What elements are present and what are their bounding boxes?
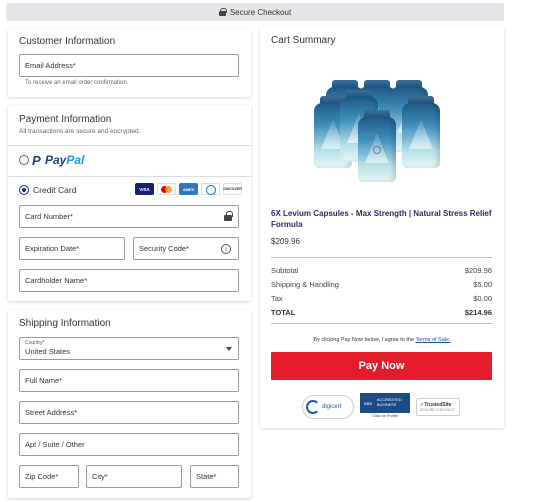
- digicert-icon: [306, 400, 320, 414]
- credit-card-radio[interactable]: [19, 185, 29, 195]
- country-select[interactable]: Country* United States: [19, 337, 239, 360]
- terms-of-sale-link[interactable]: Terms of Sale.: [415, 337, 450, 343]
- country-label: Country*: [25, 340, 45, 346]
- secure-checkout-bar: Secure Checkout: [6, 3, 504, 21]
- shipping-label: Shipping & Handling: [271, 280, 339, 289]
- divider: [8, 145, 251, 146]
- credit-card-label: Credit Card: [33, 185, 77, 195]
- product-title: 6X Levium Capsules - Max Strength | Natu…: [271, 209, 492, 229]
- chevron-down-icon: [226, 347, 232, 351]
- bottle-image: [358, 110, 396, 182]
- paypal-pay-text: Pay: [45, 153, 67, 167]
- mastercard-icon: [157, 183, 176, 195]
- city-field[interactable]: City*: [86, 465, 182, 488]
- zip-code-field[interactable]: Zip Code*: [19, 465, 79, 488]
- apt-suite-field[interactable]: Apt / Suite / Other: [19, 433, 239, 456]
- apt-placeholder: Apt / Suite / Other: [25, 440, 85, 449]
- info-icon[interactable]: i: [221, 244, 231, 254]
- payment-information-card: Payment Information All transactions are…: [8, 105, 251, 301]
- paypal-logo[interactable]: PayPal: [32, 153, 85, 168]
- country-value: United States: [25, 347, 71, 356]
- tax-label: Tax: [271, 294, 283, 303]
- customer-information-card: Customer Information Email Address* To r…: [8, 29, 251, 97]
- cardholder-name-field[interactable]: Cardholder Name*: [19, 269, 239, 292]
- diners-icon: [201, 183, 220, 195]
- security-code-placeholder: Security Code*: [139, 244, 190, 253]
- card-number-field[interactable]: Card Number*: [19, 205, 239, 228]
- cart-summary-card: Cart Summary 6X Levium Capsules - Max St…: [260, 26, 504, 428]
- shipping-information-title: Shipping Information: [19, 318, 111, 329]
- discover-icon: DISCOVER: [223, 183, 242, 195]
- total-row: TOTAL $214.96: [271, 308, 492, 317]
- bbb-badge[interactable]: BBB ACCREDITED BUSINESS Click for Profil…: [360, 393, 410, 421]
- tax-value: $0.00: [473, 294, 492, 303]
- paypal-icon: [32, 153, 42, 168]
- total-value: $214.96: [464, 308, 492, 317]
- cardholder-placeholder: Cardholder Name*: [25, 276, 88, 285]
- paypal-radio[interactable]: [19, 155, 29, 165]
- product-price: $209.96: [271, 237, 300, 246]
- shipping-information-card: Shipping Information Country* United Sta…: [8, 310, 251, 498]
- trust-badges: digicert BBB ACCREDITED BUSINESS Click f…: [302, 393, 460, 421]
- shipping-row: Shipping & Handling $5.00: [271, 280, 492, 289]
- cart-summary-title: Cart Summary: [271, 35, 336, 46]
- card-number-placeholder: Card Number*: [25, 212, 73, 221]
- zip-placeholder: Zip Code*: [25, 472, 59, 481]
- subtotal-value: $209.96: [464, 266, 492, 275]
- divider: [8, 176, 251, 177]
- email-placeholder: Email Address*: [25, 61, 76, 70]
- bbb-click-label: Click for Profile: [372, 414, 398, 418]
- trustedsite-sub: SECURE CHECKOUT: [420, 408, 456, 412]
- product-image: [312, 74, 442, 186]
- state-field[interactable]: State*: [190, 465, 239, 488]
- padlock-icon: [224, 211, 233, 221]
- subtotal-label: Subtotal: [271, 266, 299, 275]
- full-name-field[interactable]: Full Name*: [19, 369, 239, 392]
- digicert-text: digicert: [322, 404, 342, 410]
- secure-checkout-label: Secure Checkout: [229, 7, 292, 17]
- terms-prefix: By clicking Pay Now below, I agree to th…: [313, 337, 414, 343]
- tax-row: Tax $0.00: [271, 294, 492, 303]
- city-placeholder: City*: [92, 472, 108, 481]
- street-address-field[interactable]: Street Address*: [19, 401, 239, 424]
- lock-icon: [218, 8, 227, 16]
- payment-subtitle: All transactions are secure and encrypte…: [19, 128, 141, 135]
- bbb-seal-icon: BBB: [361, 394, 375, 412]
- full-name-placeholder: Full Name*: [25, 376, 63, 385]
- digicert-badge[interactable]: digicert: [302, 395, 354, 419]
- paypal-pal-text: Pal: [66, 153, 85, 167]
- expiration-date-field[interactable]: Expiration Date*: [19, 237, 125, 260]
- street-placeholder: Street Address*: [25, 408, 78, 417]
- trustedsite-badge[interactable]: ✔TrustedSite SECURE CHECKOUT: [416, 398, 460, 416]
- customer-information-title: Customer Information: [19, 36, 116, 47]
- visa-icon: VISA: [135, 183, 154, 195]
- subtotal-row: Subtotal $209.96: [271, 266, 492, 275]
- divider: [271, 257, 492, 258]
- expiration-placeholder: Expiration Date*: [25, 244, 80, 253]
- amex-icon: AMEX: [179, 183, 198, 195]
- email-field[interactable]: Email Address*: [19, 54, 239, 77]
- divider: [271, 323, 492, 324]
- bottle-image: [402, 96, 440, 168]
- bbb-line2: BUSINESS: [377, 403, 397, 407]
- card-logos: VISA AMEX DISCOVER: [135, 183, 242, 195]
- email-note: To receive an email order confirmation.: [25, 80, 129, 86]
- terms-notice: By clicking Pay Now below, I agree to th…: [260, 337, 504, 343]
- state-placeholder: State*: [196, 472, 217, 481]
- security-code-field[interactable]: Security Code* i: [133, 237, 239, 260]
- total-label: TOTAL: [271, 308, 296, 317]
- pay-now-button[interactable]: Pay Now: [271, 352, 492, 380]
- payment-information-title: Payment Information: [19, 114, 112, 125]
- shipping-value: $5.00: [473, 280, 492, 289]
